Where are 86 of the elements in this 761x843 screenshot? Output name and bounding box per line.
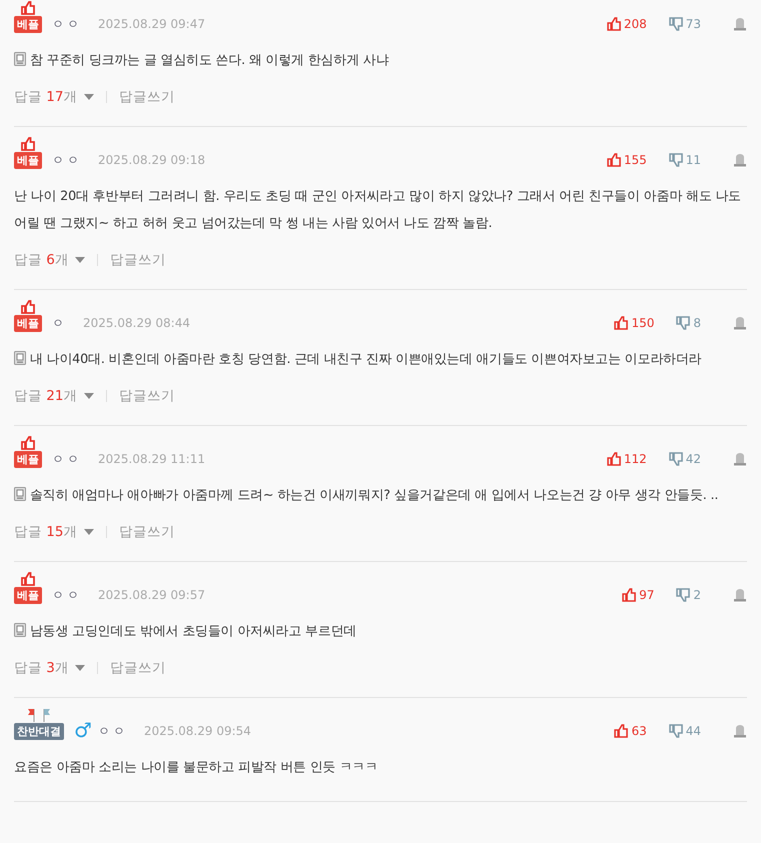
thumbs-up-icon — [606, 17, 621, 31]
thumbs-up-icon — [21, 1, 35, 15]
report-button[interactable] — [733, 17, 747, 31]
caret-icon — [75, 665, 86, 671]
siren-icon — [733, 17, 747, 31]
replies-toggle[interactable]: 답글 3개 — [14, 659, 86, 677]
thumbs-down-icon — [668, 724, 683, 738]
thumbs-up-icon — [606, 153, 621, 167]
debate-badge: 찬반대결 — [14, 723, 64, 740]
downvote-button[interactable]: 42 — [668, 452, 701, 466]
upvote-button[interactable]: 112 — [606, 452, 647, 466]
caret-icon — [84, 393, 94, 399]
best-badge: 베플 — [14, 587, 42, 604]
upvote-button[interactable]: 97 — [622, 588, 654, 602]
username[interactable]: ㅇㅇ — [52, 151, 82, 169]
username[interactable]: ㅇㅇ — [52, 586, 82, 604]
best-badge: 베플 — [14, 451, 42, 468]
siren-icon — [733, 153, 747, 167]
downvote-button[interactable]: 2 — [676, 588, 701, 602]
comment-text: 난 나이 20대 후반부터 그러려니 함. 우리도 초딩 때 군인 아저씨라고 많이 하지 않았나? 그래서 어린 친구들이 아줌마 해도 나도 어릴 땐 그랬지~ 하고 허허 웃고 넘어갔는데 막 썽 내는 사람 있어서 나도 깜짝 놀람. — [14, 188, 742, 233]
best-badge: 베플 — [14, 152, 42, 169]
caret-icon — [84, 529, 94, 535]
phone-icon — [14, 623, 26, 637]
comment-date: 2025.08.29 08:44 — [83, 315, 190, 332]
comment-text: 내 나이40대. 비혼인데 아줌마란 호칭 당연함. 근데 내친구 진짜 이쁜애있는데 애기들도 이쁜여자보고는 이모라하더라 — [14, 346, 747, 373]
best-badge: 베플 — [14, 315, 42, 332]
thumbs-up-icon — [21, 137, 35, 151]
write-reply-link[interactable]: 답글쓰기 — [110, 659, 166, 677]
username[interactable]: ㅇㅇ — [98, 722, 128, 740]
thumbs-up-icon — [21, 436, 35, 450]
report-button[interactable] — [733, 316, 747, 330]
siren-icon — [733, 316, 747, 330]
phone-icon — [14, 52, 26, 66]
comment-date: 2025.08.29 09:18 — [98, 152, 206, 169]
comment-date: 2025.08.29 09:57 — [98, 587, 206, 604]
siren-icon — [733, 724, 747, 738]
thumbs-down-icon — [676, 588, 690, 602]
phone-icon — [14, 487, 26, 501]
thumbs-down-icon — [668, 452, 683, 466]
username[interactable]: ㅇㅇ — [52, 450, 82, 468]
username[interactable]: ㅇㅇ — [52, 15, 82, 33]
write-reply-link[interactable]: 답글쓰기 — [118, 88, 175, 106]
upvote-button[interactable]: 150 — [614, 316, 654, 330]
caret-icon — [84, 94, 94, 100]
comment-text: 요즘은 아줌마 소리는 나이를 불문하고 피발작 버튼 인듯 ㅋㅋㅋ — [14, 759, 379, 777]
replies-toggle[interactable]: 답글 15개 — [14, 523, 94, 541]
replies-toggle[interactable]: 답글 17개 — [14, 88, 94, 106]
thumbs-down-icon — [668, 153, 683, 167]
siren-icon — [733, 588, 747, 602]
gender-symbol: ♂ — [74, 720, 92, 740]
thumbs-up-icon — [614, 724, 628, 738]
thumbs-down-icon — [668, 17, 683, 31]
thumbs-down-icon — [676, 316, 690, 330]
comment-text: 참 꾸준히 딩크까는 글 열심히도 쓴다. 왜 이렇게 한심하게 사냐 — [14, 47, 747, 74]
downvote-button[interactable]: 11 — [668, 153, 701, 167]
thumbs-up-icon — [614, 316, 628, 330]
replies-toggle[interactable]: 답글 21개 — [14, 387, 94, 405]
upvote-button[interactable]: 208 — [606, 17, 647, 31]
report-button[interactable] — [733, 452, 747, 466]
best-badge: 베플 — [14, 16, 42, 33]
report-button[interactable] — [733, 724, 747, 738]
downvote-button[interactable]: 44 — [668, 724, 701, 738]
comment-date: 2025.08.29 11:11 — [98, 451, 206, 468]
comment-text: 남동생 고딩인데도 밖에서 초딩들이 아저씨라고 부르던데 — [14, 618, 747, 645]
comment-text: 솔직히 애엄마나 애아빠가 아줌마께 드려~ 하는건 이새끼뭐지? 싶을거같은데 애 입에서 나오는건 걍 아무 생각 안들듯. .. — [14, 482, 747, 509]
write-reply-link[interactable]: 답글쓰기 — [118, 523, 175, 541]
comment-date: 2025.08.29 09:47 — [98, 16, 206, 33]
report-button[interactable] — [733, 153, 747, 167]
downvote-button[interactable]: 8 — [676, 316, 701, 330]
siren-icon — [733, 452, 747, 466]
thumbs-up-icon — [21, 572, 35, 586]
thumbs-up-icon — [622, 588, 636, 602]
upvote-button[interactable]: 63 — [614, 724, 647, 738]
flags-icon — [28, 708, 50, 722]
replies-toggle[interactable]: 답글 6개 — [14, 251, 86, 269]
downvote-button[interactable]: 73 — [668, 17, 701, 31]
write-reply-link[interactable]: 답글쓰기 — [118, 387, 175, 405]
report-button[interactable] — [733, 588, 747, 602]
upvote-button[interactable]: 155 — [606, 153, 647, 167]
thumbs-up-icon — [606, 452, 621, 466]
username[interactable]: ㅇ — [52, 314, 67, 332]
caret-icon — [75, 257, 86, 263]
phone-icon — [14, 351, 26, 365]
write-reply-link[interactable]: 답글쓰기 — [110, 251, 166, 269]
thumbs-up-icon — [21, 300, 35, 314]
comment-date: 2025.08.29 09:54 — [144, 723, 252, 740]
